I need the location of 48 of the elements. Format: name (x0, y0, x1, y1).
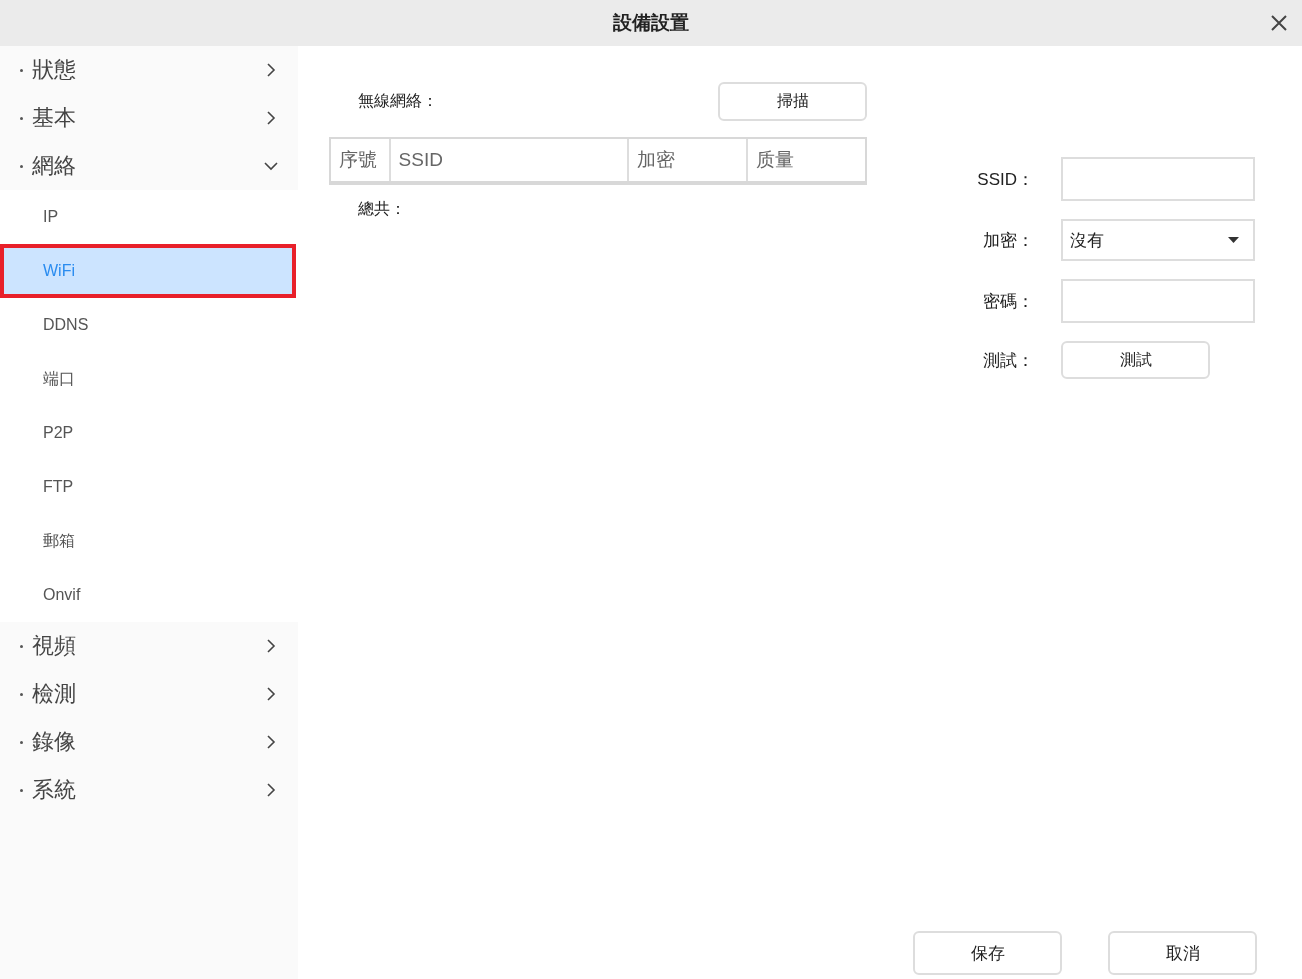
column-header: 序號 (331, 139, 391, 181)
field-label: 測試： (982, 349, 1034, 372)
sidebar-subitem[interactable]: Onvif (0, 568, 298, 622)
sidebar-item-label: 檢測 (32, 680, 77, 708)
sidebar-subitem[interactable]: P2P (0, 406, 298, 460)
sidebar-subitem[interactable]: FTP (0, 460, 298, 514)
input-field[interactable] (1061, 157, 1255, 201)
sidebar-item-label: 系統 (32, 776, 77, 804)
bullet-icon (20, 644, 23, 648)
sidebar-item-label: 錄像 (32, 728, 77, 756)
sidebar-item[interactable]: 網絡 (0, 142, 298, 190)
wifi-list-label: 無線網絡： (358, 91, 438, 111)
sidebar-subitem[interactable]: 端口 (0, 352, 298, 406)
scan-button[interactable]: 掃描 (718, 82, 867, 121)
sidebar-item[interactable]: 檢測 (0, 670, 298, 718)
column-header: SSID (390, 139, 629, 181)
sidebar-subitem[interactable]: 郵箱 (0, 514, 298, 568)
field-label: 密碼： (982, 290, 1034, 313)
column-header: 加密 (628, 139, 748, 181)
cancel-button[interactable]: 取消 (1108, 931, 1257, 975)
sidebar-item-label: 視頻 (32, 632, 77, 660)
sidebar-item[interactable]: 基本 (0, 94, 298, 142)
bullet-icon (20, 740, 23, 744)
sidebar-subitem[interactable]: IP (0, 190, 298, 244)
field-label: 加密： (982, 229, 1034, 252)
close-icon[interactable] (1270, 14, 1288, 32)
test-button[interactable]: 測試 (1061, 341, 1210, 379)
input-field[interactable] (1061, 279, 1255, 323)
bullet-icon (20, 692, 23, 696)
total-label: 總共： (357, 199, 407, 219)
sidebar-item[interactable]: 視頻 (0, 622, 298, 670)
window-title: 設備設置 (613, 11, 689, 35)
bullet-icon (20, 68, 23, 72)
bullet-icon (20, 116, 23, 120)
column-header: 质量 (754, 148, 795, 172)
sidebar-item-label: 狀態 (32, 56, 77, 84)
bullet-icon (20, 788, 23, 792)
save-button[interactable]: 保存 (913, 931, 1062, 975)
dropdown[interactable]: 沒有 (1061, 219, 1255, 261)
bullet-icon (20, 164, 23, 168)
sidebar-item[interactable]: 錄像 (0, 718, 298, 766)
sidebar-subitem[interactable]: DDNS (0, 298, 298, 352)
sidebar-item[interactable]: 狀態 (0, 46, 298, 94)
sidebar-item-label: 網絡 (32, 152, 77, 180)
sidebar-item-label: 基本 (32, 104, 77, 132)
sidebar-item[interactable]: 系統 (0, 766, 298, 814)
field-label: SSID： (976, 168, 1034, 191)
caret-icon (1228, 237, 1239, 243)
